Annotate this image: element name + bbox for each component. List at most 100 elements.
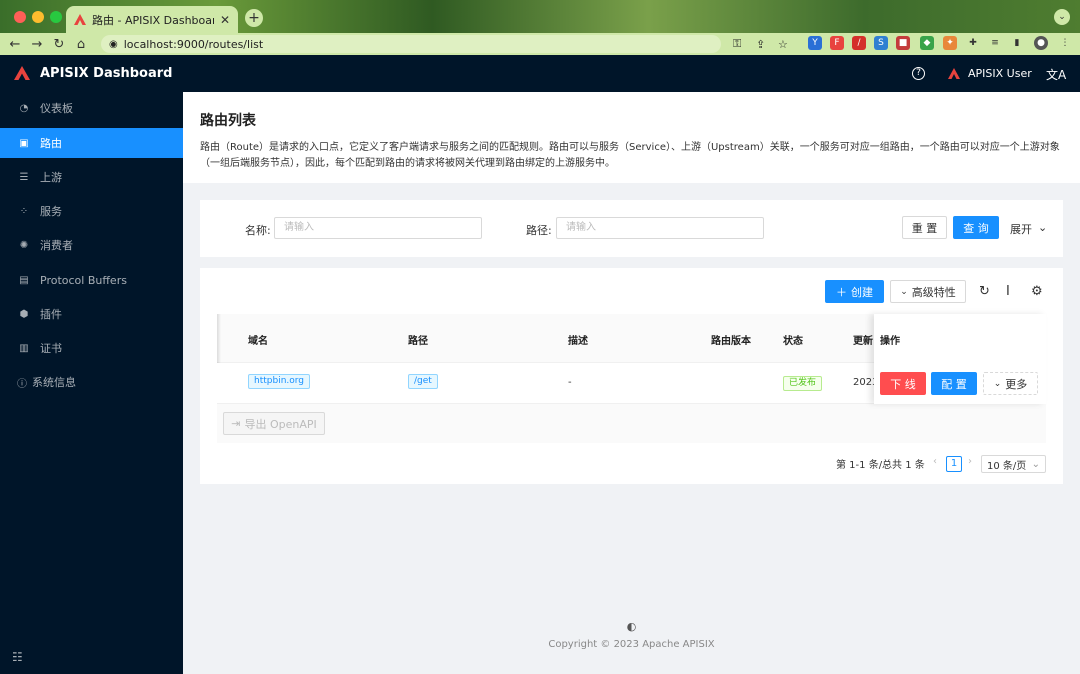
key-icon[interactable]: ⚿ (733, 37, 741, 51)
create-route-button[interactable]: ＋ 创建 (825, 280, 884, 303)
export-openapi-button[interactable]: ⇥ 导出 OpenAPI (223, 412, 325, 435)
sidebar-item-label: 上游 (40, 171, 62, 184)
forward-icon[interactable]: → (26, 37, 48, 52)
dashboard-icon: ◔ (19, 102, 29, 114)
language-icon[interactable]: 文A (1046, 66, 1066, 83)
sidebar: ◔ 仪表板 ▣ 路由 ☰ 上游 ⁘ 服务 ✺ 消费者 ▤ Protocol Buffers … (0, 92, 183, 674)
apisix-logo-icon (14, 66, 30, 80)
sidebar-item-label: 插件 (40, 308, 62, 321)
sidebar-item-upstream[interactable]: ☰ 上游 (0, 162, 183, 192)
tab-close-icon[interactable]: ✕ (220, 13, 230, 27)
config-button[interactable]: 配 置 (931, 372, 977, 395)
name-input[interactable]: 请输入 (274, 217, 482, 239)
sidebar-item-plugin[interactable]: ⬢ 插件 (0, 299, 183, 329)
minimize-window-button[interactable] (32, 11, 44, 23)
sidepanel-icon[interactable]: ▮ (1010, 36, 1024, 50)
page-size-value: 10 条/页 (987, 460, 1027, 472)
name-label: 名称: (245, 224, 271, 237)
sidebar-item-ssl[interactable]: ▥ 证书 (0, 333, 183, 363)
page-number-1[interactable]: 1 (946, 456, 962, 472)
extension-icon[interactable]: ✦ (943, 36, 957, 50)
page-description: 路由（Route）是请求的入口点，它定义了客户端请求与服务之间的匹配规则。路由可… (200, 142, 1060, 169)
sidebar-item-service[interactable]: ⁘ 服务 (0, 196, 183, 226)
settings-icon[interactable]: ⚙ (1031, 284, 1043, 299)
more-dropdown[interactable]: ⌄ 更多 (983, 372, 1038, 395)
reload-icon[interactable]: ↻ (979, 284, 990, 299)
extension-icon[interactable]: S (874, 36, 888, 50)
plugin-icon: ⬢ (19, 308, 29, 320)
certificate-icon: ▥ (19, 342, 29, 354)
advanced-label: 高级特性 (911, 285, 956, 299)
user-menu[interactable]: APISIX User (948, 67, 1032, 80)
address-bar[interactable]: ◉ localhost:9000/routes/list ⚿ ⇪ ☆ (101, 35, 788, 53)
brand-title[interactable]: APISIX Dashboard (40, 66, 172, 81)
sidebar-item-system-info[interactable]: ⓘ 系统信息 (0, 367, 183, 397)
chevron-down-icon: ⌄ (1031, 458, 1040, 470)
page-title: 路由列表 (200, 113, 256, 129)
menu-collapse-icon[interactable]: ☷ (12, 650, 23, 664)
extension-icon[interactable]: ■ (896, 36, 910, 50)
sidebar-item-dashboard[interactable]: ◔ 仪表板 (0, 93, 183, 123)
user-name: APISIX User (968, 67, 1032, 80)
browser-tab[interactable]: 路由 - APISIX Dashboard ✕ (66, 6, 238, 33)
url-text: localhost:9000/routes/list (123, 37, 264, 51)
offline-button[interactable]: 下 线 (880, 372, 926, 395)
sidebar-item-routes[interactable]: ▣ 路由 (0, 128, 183, 158)
extension-icon[interactable]: ◆ (920, 36, 934, 50)
column-header[interactable]: 描述 (568, 332, 588, 347)
column-header[interactable]: 操作 (880, 332, 900, 347)
site-info-icon[interactable]: ◉ (109, 39, 118, 50)
help-icon[interactable]: ? (912, 67, 925, 80)
maximize-window-button[interactable] (50, 11, 62, 23)
back-icon[interactable]: ← (4, 37, 26, 52)
query-button[interactable]: 查 询 (953, 216, 999, 239)
chevron-down-icon: ⌄ (900, 286, 908, 297)
expand-toggle[interactable]: 展开 ⌄ (1010, 221, 1047, 237)
path-input[interactable]: 请输入 (556, 217, 764, 239)
extension-icon[interactable]: / (852, 36, 866, 50)
extension-icon[interactable]: F (830, 36, 844, 50)
sidebar-item-label: 服务 (40, 205, 62, 218)
sidebar-item-protocol-buffers[interactable]: ▤ Protocol Buffers (0, 265, 183, 295)
column-header[interactable]: 域名 (248, 332, 268, 347)
plus-icon: ＋ (836, 285, 847, 299)
description-cell: - (568, 377, 572, 388)
sidebar-item-label: Protocol Buffers (40, 273, 127, 287)
next-page-icon[interactable]: › (968, 456, 972, 467)
apisix-favicon-icon (74, 14, 86, 25)
chevron-down-icon: ⌄ (993, 378, 1002, 389)
prev-page-icon[interactable]: ‹ (933, 456, 937, 467)
page-size-select[interactable]: 10 条/页 ⌄ (981, 455, 1046, 473)
profile-avatar[interactable]: ● (1034, 36, 1048, 50)
browser-menu-icon[interactable]: ⋮ (1058, 36, 1072, 50)
host-tag: httpbin.org (248, 374, 311, 389)
puzzle-icon[interactable]: ✚ (966, 36, 980, 50)
app-header: APISIX Dashboard ? APISIX User 文A (0, 55, 1080, 92)
share-icon[interactable]: ⇪ (756, 38, 765, 51)
column-header[interactable]: 路径 (408, 332, 428, 347)
column-height-icon[interactable]: Ⅰ (1006, 284, 1010, 299)
sidebar-item-consumer[interactable]: ✺ 消费者 (0, 230, 183, 260)
new-tab-button[interactable]: + (245, 9, 263, 27)
tab-title: 路由 - APISIX Dashboard (92, 13, 214, 27)
extension-icon[interactable]: Y (808, 36, 822, 50)
bookmark-star-icon[interactable]: ☆ (778, 38, 788, 51)
sidebar-item-label: 路由 (40, 137, 62, 150)
file-icon: ▤ (19, 274, 29, 286)
info-icon: ⓘ (17, 378, 27, 390)
reload-icon[interactable]: ↻ (48, 37, 70, 52)
consumer-icon: ✺ (19, 239, 29, 251)
advanced-features-dropdown[interactable]: ⌄ 高级特性 (890, 280, 966, 303)
column-header[interactable]: 路由版本 (711, 332, 751, 347)
column-header[interactable]: 更新 (853, 332, 873, 347)
reset-button[interactable]: 重 置 (902, 216, 947, 239)
home-icon[interactable]: ⌂ (70, 37, 92, 52)
reading-list-icon[interactable]: ≡ (988, 36, 1002, 50)
column-header[interactable]: 状态 (783, 332, 803, 347)
expand-label: 展开 (1010, 223, 1032, 236)
close-window-button[interactable] (14, 11, 26, 23)
more-label: 更多 (1005, 377, 1028, 391)
sidebar-item-label: 消费者 (40, 239, 73, 252)
github-icon[interactable]: ◐ (183, 620, 1080, 633)
tab-search-icon[interactable]: ⌄ (1054, 9, 1070, 25)
